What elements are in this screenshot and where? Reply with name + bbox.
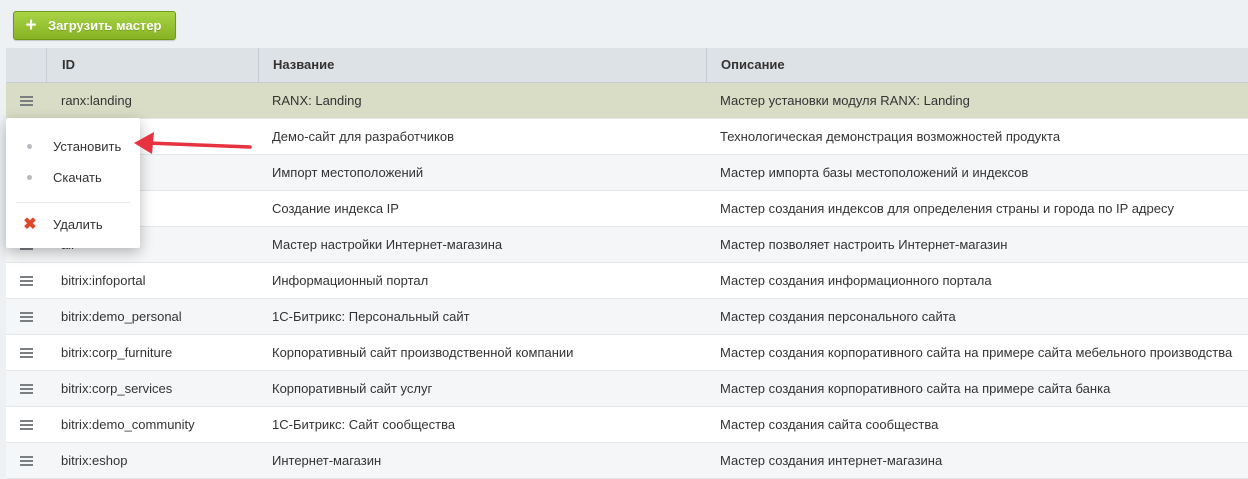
header-description[interactable]: Описание: [706, 48, 1248, 82]
upload-wizard-button[interactable]: + Загрузить мастер: [13, 11, 176, 40]
table-row[interactable]: bitrix:eshop Интернет-магазин Мастер созда…: [6, 443, 1248, 479]
menu-divider: [16, 202, 130, 203]
upload-wizard-label: Загрузить мастер: [48, 18, 162, 33]
cell-description: Мастер создания корпоративного сайта на …: [720, 381, 1111, 396]
row-actions-cell: [6, 335, 46, 370]
cell-description: Мастер позволяет настроить Интернет-мага…: [720, 237, 1008, 252]
table-row[interactable]: bitrix:infoportal Информационный портал Ма…: [6, 263, 1248, 299]
menu-icon[interactable]: [19, 311, 33, 322]
table-header: ID Название Описание: [6, 48, 1248, 83]
row-actions-cell: [6, 299, 46, 334]
cell-description: Мастер создания интернет-магазина: [720, 453, 943, 468]
table-row[interactable]: bitrix:demo_personal 1С-Битрикс: Персонал…: [6, 299, 1248, 335]
menu-icon[interactable]: [19, 275, 33, 286]
header-id[interactable]: ID: [46, 48, 258, 82]
cell-name: Мастер настройки Интернет-магазина: [272, 237, 503, 252]
cell-description: Мастер установки модуля RANX: Landing: [720, 93, 970, 108]
cell-name: Информационный портал: [272, 273, 429, 288]
table-row[interactable]: ationsИмпорт местоположенийМастер импорт…: [6, 155, 1248, 191]
menu-icon[interactable]: [19, 95, 33, 106]
toolbar: + Загрузить мастер: [0, 0, 1248, 52]
cell-description: Технологическая демонстрация возможносте…: [720, 129, 1061, 144]
cell-id: bitrix:eshop: [61, 453, 128, 468]
cell-name: Создание индекса IP: [272, 201, 399, 216]
cell-name: Интернет-магазин: [272, 453, 382, 468]
header-actions-cell: [6, 48, 46, 82]
menu-icon[interactable]: [19, 419, 33, 430]
cell-description: Мастер создания сайта сообщества: [720, 417, 939, 432]
annotation-arrow-icon: [134, 132, 252, 154]
row-actions-cell: [6, 263, 46, 298]
cell-name: Корпоративный сайт производственной комп…: [272, 345, 574, 360]
menu-item-install-label: Установить: [53, 138, 122, 154]
row-actions-cell: [6, 407, 46, 442]
bullet-icon: [27, 174, 32, 180]
cell-name: Демо-сайт для разработчиков: [272, 129, 454, 144]
menu-icon[interactable]: [19, 455, 33, 466]
menu-item-download[interactable]: Скачать: [6, 162, 140, 192]
row-actions-cell: [6, 371, 46, 406]
cell-name: 1С-Битрикс: Сайт сообщества: [272, 417, 456, 432]
cell-id: bitrix:infoportal: [61, 273, 146, 288]
cell-name: Корпоративный сайт услуг: [272, 381, 433, 396]
cell-description: Мастер импорта базы местоположений и инд…: [720, 165, 1029, 180]
cell-description: Мастер создания информационного портала: [720, 273, 992, 288]
plus-icon: +: [25, 14, 37, 36]
menu-item-download-label: Скачать: [53, 169, 102, 185]
cell-description: Мастер создания индексов для определения…: [720, 201, 1174, 216]
cell-id: ranx:landing: [61, 93, 132, 108]
table-row[interactable]: ocationsСоздание индекса IPМастер создан…: [6, 191, 1248, 227]
row-actions-cell: [6, 83, 46, 118]
cell-name: Импорт местоположений: [272, 165, 424, 180]
cell-id: bitrix:corp_furniture: [61, 345, 173, 360]
table-row[interactable]: ranx:landing RANX: Landing Мастер установк…: [6, 83, 1248, 119]
menu-item-install[interactable]: Установить: [6, 131, 140, 161]
table-row[interactable]: bitrix:corp_services Корпоративный сайт у…: [6, 371, 1248, 407]
menu-icon[interactable]: [19, 347, 33, 358]
cell-id: bitrix:demo_community: [61, 417, 195, 432]
wizards-table: ID Название Описание ranx:landing RANX: L…: [6, 48, 1248, 479]
header-name[interactable]: Название: [258, 48, 706, 82]
table-row[interactable]: bitrix:corp_furniture Корпоративный сайт …: [6, 335, 1248, 371]
cell-id: bitrix:corp_services: [61, 381, 173, 396]
table-row[interactable]: allМастер настройки Интернет-магазинаМас…: [6, 227, 1248, 263]
cell-description: Мастер создания персонального сайта: [720, 309, 956, 324]
menu-icon[interactable]: [19, 383, 33, 394]
cell-id: bitrix:demo_personal: [61, 309, 182, 324]
row-actions-cell: [6, 443, 46, 478]
delete-icon: ✖: [23, 216, 37, 233]
bullet-icon: [27, 143, 32, 149]
menu-item-delete[interactable]: ✖ Удалить: [6, 209, 140, 239]
cell-description: Мастер создания корпоративного сайта на …: [720, 345, 1233, 360]
menu-item-delete-label: Удалить: [53, 216, 103, 232]
cell-name: 1С-Битрикс: Персональный сайт: [272, 309, 470, 324]
row-context-menu: Установить Скачать ✖ Удалить: [6, 118, 140, 248]
cell-name: RANX: Landing: [272, 93, 362, 108]
table-row[interactable]: bitrix:demo_community 1С-Битрикс: Сайт со…: [6, 407, 1248, 443]
